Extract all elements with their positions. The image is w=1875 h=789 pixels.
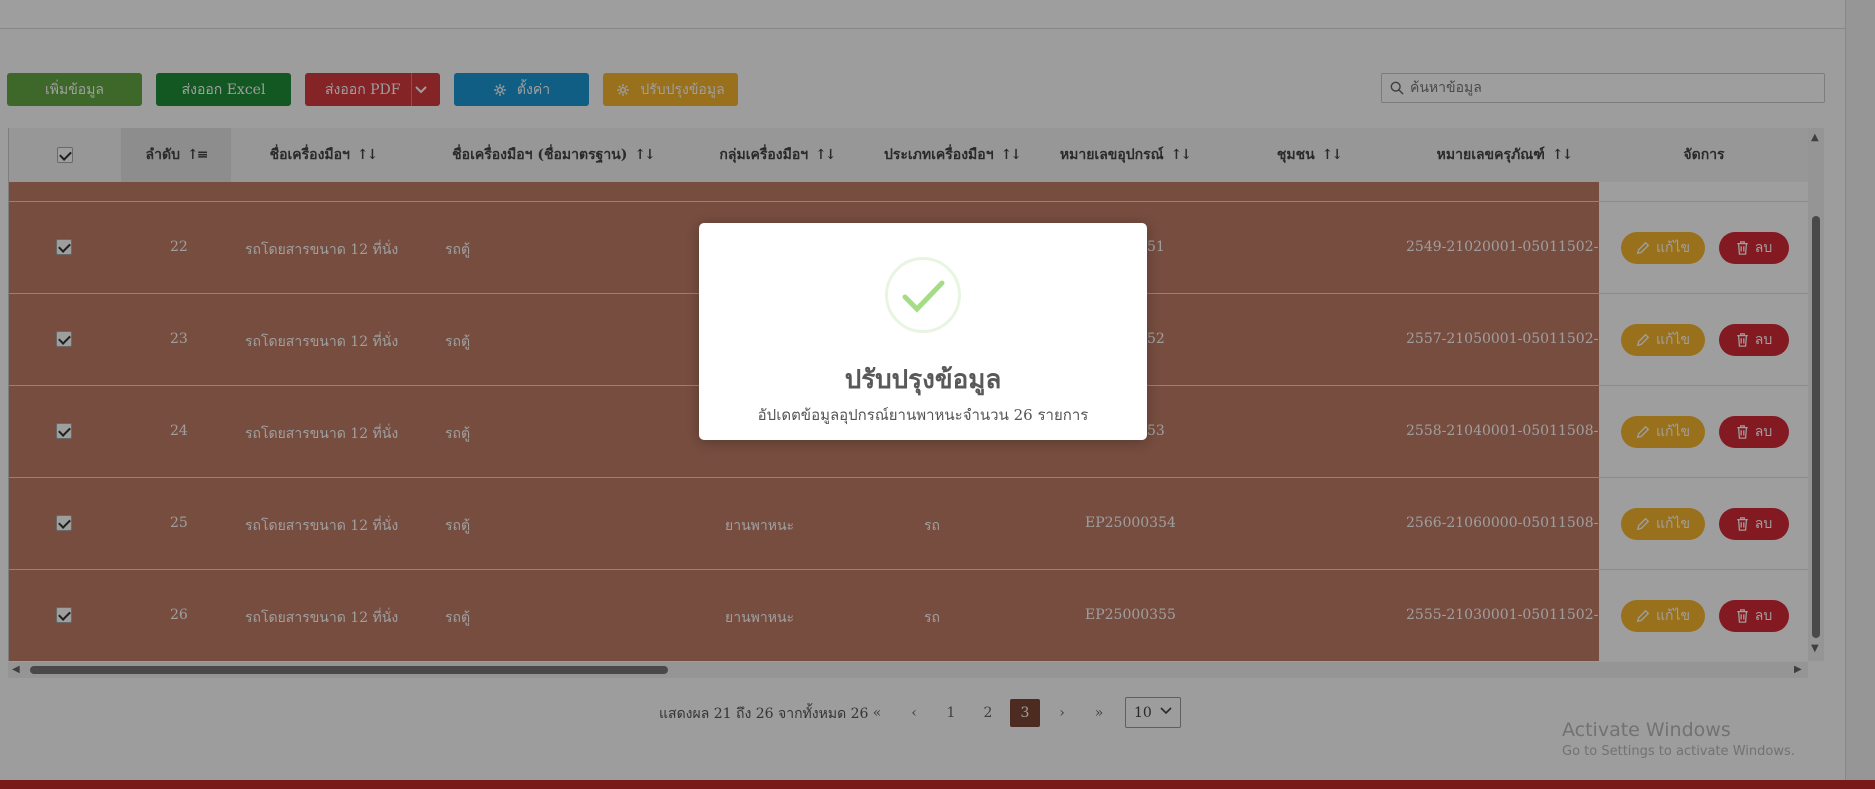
success-dialog: ปรับปรุงข้อมูล อัปเดตข้อมูลอุปกรณ์ยานพาห…	[699, 223, 1147, 440]
dialog-message: อัปเดตข้อมูลอุปกรณ์ยานพาหนะจำนวน 26 รายก…	[757, 406, 1089, 424]
success-check-icon	[885, 257, 961, 333]
dialog-title: ปรับปรุงข้อมูล	[844, 365, 1002, 395]
